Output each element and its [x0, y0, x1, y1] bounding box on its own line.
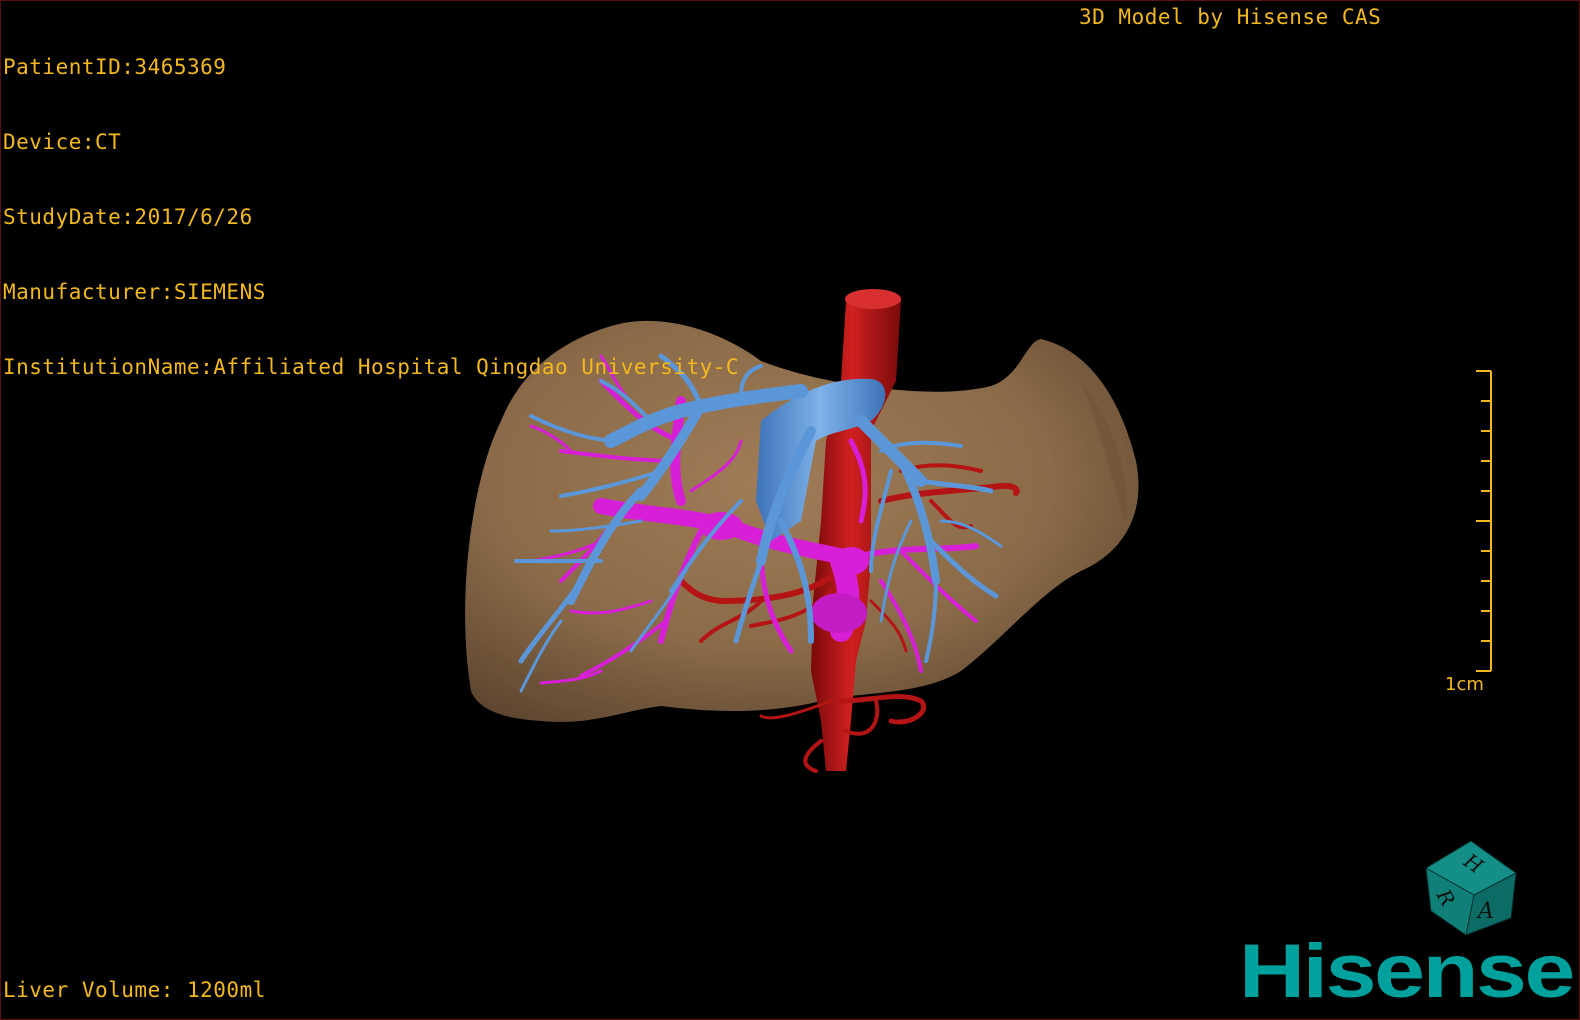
patient-id-text: PatientID:3465369 [3, 55, 227, 79]
aorta-top [845, 289, 901, 309]
manufacturer-text: Manufacturer:SIEMENS [3, 280, 266, 304]
scale-bar [1476, 370, 1492, 672]
model-credit-text: 3D Model by Hisense CAS [1079, 5, 1382, 29]
study-info-overlay: PatientID:3465369 Device:CT StudyDate:20… [3, 5, 739, 430]
institution-text: InstitutionName:Affiliated Hospital Qing… [3, 355, 740, 379]
liver-volume-text: Liver Volume: 1200ml [3, 978, 266, 1002]
portal-confluence [811, 593, 867, 633]
brand-name: Hisense [1239, 931, 1573, 1011]
hisense-logo: Hisense [1239, 931, 1575, 1011]
portal-confluence [833, 547, 869, 575]
3d-viewport[interactable]: PatientID:3465369 Device:CT StudyDate:20… [0, 0, 1580, 1020]
portal-confluence [699, 512, 743, 540]
study-date-text: StudyDate:2017/6/26 [3, 205, 253, 229]
scale-bar-label: 1cm [1445, 674, 1484, 695]
cube-face-letter: A [1476, 899, 1494, 924]
device-text: Device:CT [3, 130, 122, 154]
orientation-cube-icon[interactable]: H R A [1416, 833, 1526, 943]
